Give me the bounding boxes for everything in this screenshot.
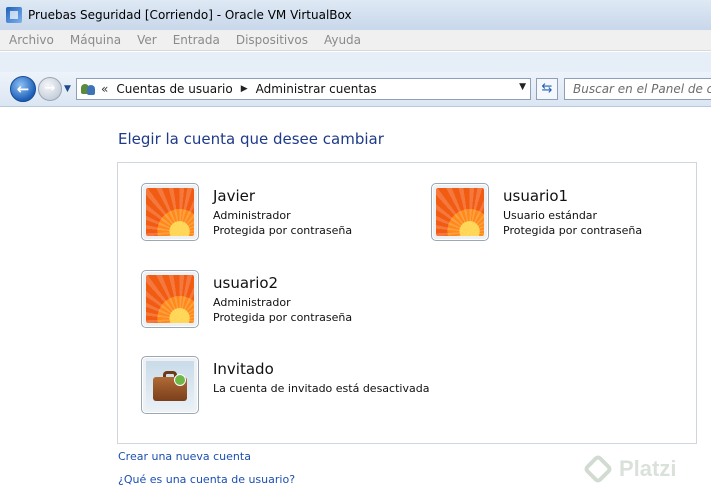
breadcrumb-arrow-icon[interactable]: ▶ bbox=[241, 84, 248, 94]
account-picture bbox=[141, 183, 199, 241]
virtualbox-icon bbox=[6, 7, 22, 23]
back-button[interactable]: ← bbox=[10, 76, 36, 102]
window-titlebar: Pruebas Seguridad [Corriendo] - Oracle V… bbox=[0, 0, 711, 31]
address-bar[interactable]: « Cuentas de usuario ▶ Administrar cuent… bbox=[76, 78, 531, 100]
account-name: Javier bbox=[213, 187, 256, 205]
flower-picture-icon bbox=[146, 275, 194, 323]
what-is-account-link[interactable]: ¿Qué es una cuenta de usuario? bbox=[118, 473, 295, 486]
account-name: usuario2 bbox=[213, 274, 279, 292]
account-name: usuario1 bbox=[503, 187, 569, 205]
account-picture bbox=[141, 356, 199, 414]
user-accounts-icon bbox=[81, 82, 95, 96]
search-input[interactable]: Buscar en el Panel de control bbox=[564, 78, 711, 100]
account-invitado[interactable]: Invitado La cuenta de invitado está desa… bbox=[141, 356, 441, 416]
forward-button[interactable]: → bbox=[38, 77, 62, 101]
watermark-text: Platzi bbox=[619, 456, 677, 481]
menu-dispositivos[interactable]: Dispositivos bbox=[233, 32, 311, 48]
address-overflow-chevron[interactable]: « bbox=[101, 82, 108, 96]
breadcrumb-administrar-cuentas[interactable]: Administrar cuentas bbox=[256, 82, 377, 96]
menu-ayuda[interactable]: Ayuda bbox=[321, 32, 364, 48]
menu-entrada[interactable]: Entrada bbox=[170, 32, 223, 48]
refresh-button[interactable]: ⇆ bbox=[536, 78, 558, 100]
flower-picture-icon bbox=[436, 188, 484, 236]
page-title: Elegir la cuenta que desee cambiar bbox=[118, 130, 384, 148]
flower-picture-icon bbox=[146, 188, 194, 236]
platzi-watermark: Platzi bbox=[582, 452, 705, 492]
account-type: Usuario estándar bbox=[503, 209, 598, 222]
recent-pages-dropdown-icon[interactable]: ▼ bbox=[64, 84, 71, 94]
back-arrow-icon: ← bbox=[16, 80, 30, 98]
window-title: Pruebas Seguridad [Corriendo] - Oracle V… bbox=[28, 8, 352, 22]
account-picture bbox=[431, 183, 489, 241]
menu-bar: Archivo Máquina Ver Entrada Dispositivos… bbox=[0, 30, 711, 51]
breadcrumb-cuentas-de-usuario[interactable]: Cuentas de usuario bbox=[116, 82, 232, 96]
account-type: Administrador bbox=[213, 209, 291, 222]
menu-ver[interactable]: Ver bbox=[134, 32, 160, 48]
guest-briefcase-icon bbox=[146, 361, 194, 409]
menu-archivo[interactable]: Archivo bbox=[6, 32, 57, 48]
navigation-bar: ← → ▼ « Cuentas de usuario ▶ Administrar… bbox=[0, 72, 711, 107]
menu-maquina[interactable]: Máquina bbox=[67, 32, 124, 48]
account-status: Protegida por contraseña bbox=[213, 311, 353, 324]
platzi-logo-icon bbox=[582, 453, 614, 485]
forward-arrow-icon: → bbox=[44, 81, 56, 96]
account-status: Protegida por contraseña bbox=[503, 224, 643, 237]
refresh-icon: ⇆ bbox=[541, 81, 553, 96]
account-name: Invitado bbox=[213, 360, 274, 378]
create-account-link[interactable]: Crear una nueva cuenta bbox=[118, 450, 251, 463]
accounts-panel: Javier Administrador Protegida por contr… bbox=[117, 162, 697, 444]
account-type: La cuenta de invitado está desactivada bbox=[213, 382, 430, 395]
account-type: Administrador bbox=[213, 296, 291, 309]
account-usuario1[interactable]: usuario1 Usuario estándar Protegida por … bbox=[431, 183, 691, 243]
account-usuario2[interactable]: usuario2 Administrador Protegida por con… bbox=[141, 270, 401, 330]
address-dropdown-icon[interactable]: ▼ bbox=[519, 82, 526, 92]
account-picture bbox=[141, 270, 199, 328]
account-javier[interactable]: Javier Administrador Protegida por contr… bbox=[141, 183, 401, 243]
window-frame-gap bbox=[0, 52, 711, 72]
main-content: Elegir la cuenta que desee cambiar Javie… bbox=[0, 107, 711, 496]
account-status: Protegida por contraseña bbox=[213, 224, 353, 237]
